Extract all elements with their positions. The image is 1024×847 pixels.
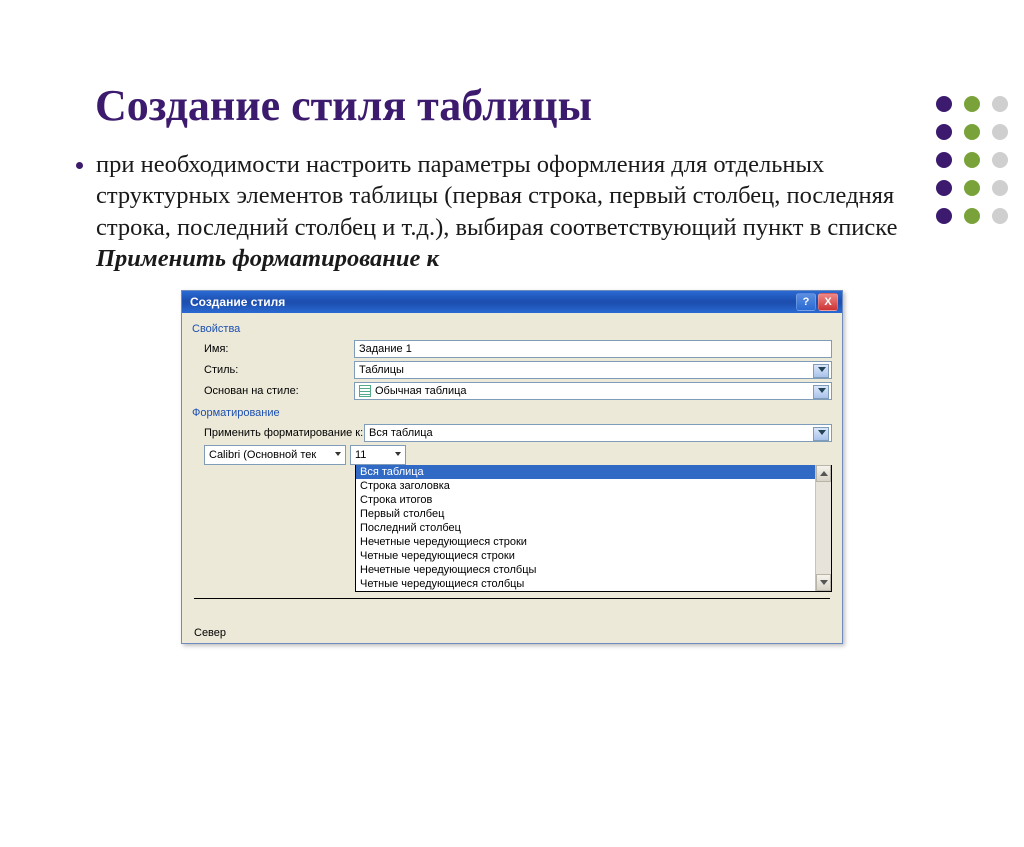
combo-applyto-value: Вся таблица bbox=[369, 427, 433, 439]
create-style-dialog: Создание стиля ? X Свойства Имя: Задание… bbox=[181, 290, 843, 644]
preview-row: Север bbox=[182, 627, 842, 643]
preview-label: Север bbox=[194, 627, 254, 639]
dropdown-scrollbar[interactable] bbox=[815, 465, 831, 591]
help-button[interactable]: ? bbox=[796, 293, 816, 311]
combo-basedon-value: Обычная таблица bbox=[375, 385, 467, 397]
decorative-dot-grid bbox=[930, 90, 1014, 230]
input-name-value: Задание 1 bbox=[359, 343, 412, 355]
dropdown-item[interactable]: Вся таблица bbox=[356, 465, 831, 479]
section-formatting: Форматирование bbox=[192, 403, 832, 421]
dropdown-item[interactable]: Нечетные чередующиеся столбцы bbox=[356, 563, 831, 577]
section-properties: Свойства bbox=[192, 319, 832, 337]
input-name[interactable]: Задание 1 bbox=[354, 340, 832, 358]
combo-fontsize-value: 11 bbox=[355, 449, 366, 461]
dropdown-item[interactable]: Нечетные чередующиеся строки bbox=[356, 535, 831, 549]
dialog-title: Создание стиля bbox=[190, 295, 285, 309]
label-applyto: Применить форматирование к: bbox=[192, 427, 364, 439]
combo-style-value: Таблицы bbox=[359, 364, 404, 376]
table-icon bbox=[359, 385, 371, 397]
combo-style[interactable]: Таблицы bbox=[354, 361, 832, 379]
preview-separator bbox=[194, 598, 830, 627]
triangle-up-icon bbox=[820, 471, 828, 476]
label-name: Имя: bbox=[192, 343, 354, 355]
scroll-up-button[interactable] bbox=[816, 465, 831, 482]
combo-font-value: Calibri (Основной тек bbox=[209, 449, 316, 461]
dropdown-item[interactable]: Последний столбец bbox=[356, 521, 831, 535]
combo-applyto[interactable]: Вся таблица bbox=[364, 424, 832, 442]
chevron-down-icon bbox=[818, 430, 826, 435]
dropdown-item[interactable]: Первый столбец bbox=[356, 507, 831, 521]
scroll-down-button[interactable] bbox=[816, 574, 831, 591]
label-basedon: Основан на стиле: bbox=[192, 385, 354, 397]
slide-body: при необходимости настроить параметры оф… bbox=[60, 149, 964, 274]
close-button[interactable]: X bbox=[818, 293, 838, 311]
bullet-item: при необходимости настроить параметры оф… bbox=[96, 149, 964, 274]
applyto-dropdown-list[interactable]: Вся таблица Строка заголовка Строка итог… bbox=[355, 465, 832, 592]
combo-basedon[interactable]: Обычная таблица bbox=[354, 382, 832, 400]
dropdown-item[interactable]: Четные чередующиеся строки bbox=[356, 549, 831, 563]
dropdown-item[interactable]: Строка итогов bbox=[356, 493, 831, 507]
chevron-down-icon bbox=[818, 367, 826, 372]
dropdown-item[interactable]: Строка заголовка bbox=[356, 479, 831, 493]
combo-fontsize[interactable]: 11 bbox=[350, 445, 406, 465]
chevron-down-icon bbox=[818, 388, 826, 393]
triangle-down-icon bbox=[820, 580, 828, 585]
dialog-titlebar[interactable]: Создание стиля ? X bbox=[182, 291, 842, 313]
bullet-text: при необходимости настроить параметры оф… bbox=[96, 151, 897, 241]
label-style: Стиль: bbox=[192, 364, 354, 376]
bullet-emphasis: Применить форматирование к bbox=[96, 245, 439, 272]
chevron-down-icon bbox=[395, 452, 401, 456]
dropdown-item[interactable]: Четные чередующиеся столбцы bbox=[356, 577, 831, 591]
slide-title: Создание стиля таблицы bbox=[95, 80, 1024, 131]
combo-font[interactable]: Calibri (Основной тек bbox=[204, 445, 346, 465]
chevron-down-icon bbox=[335, 452, 341, 456]
